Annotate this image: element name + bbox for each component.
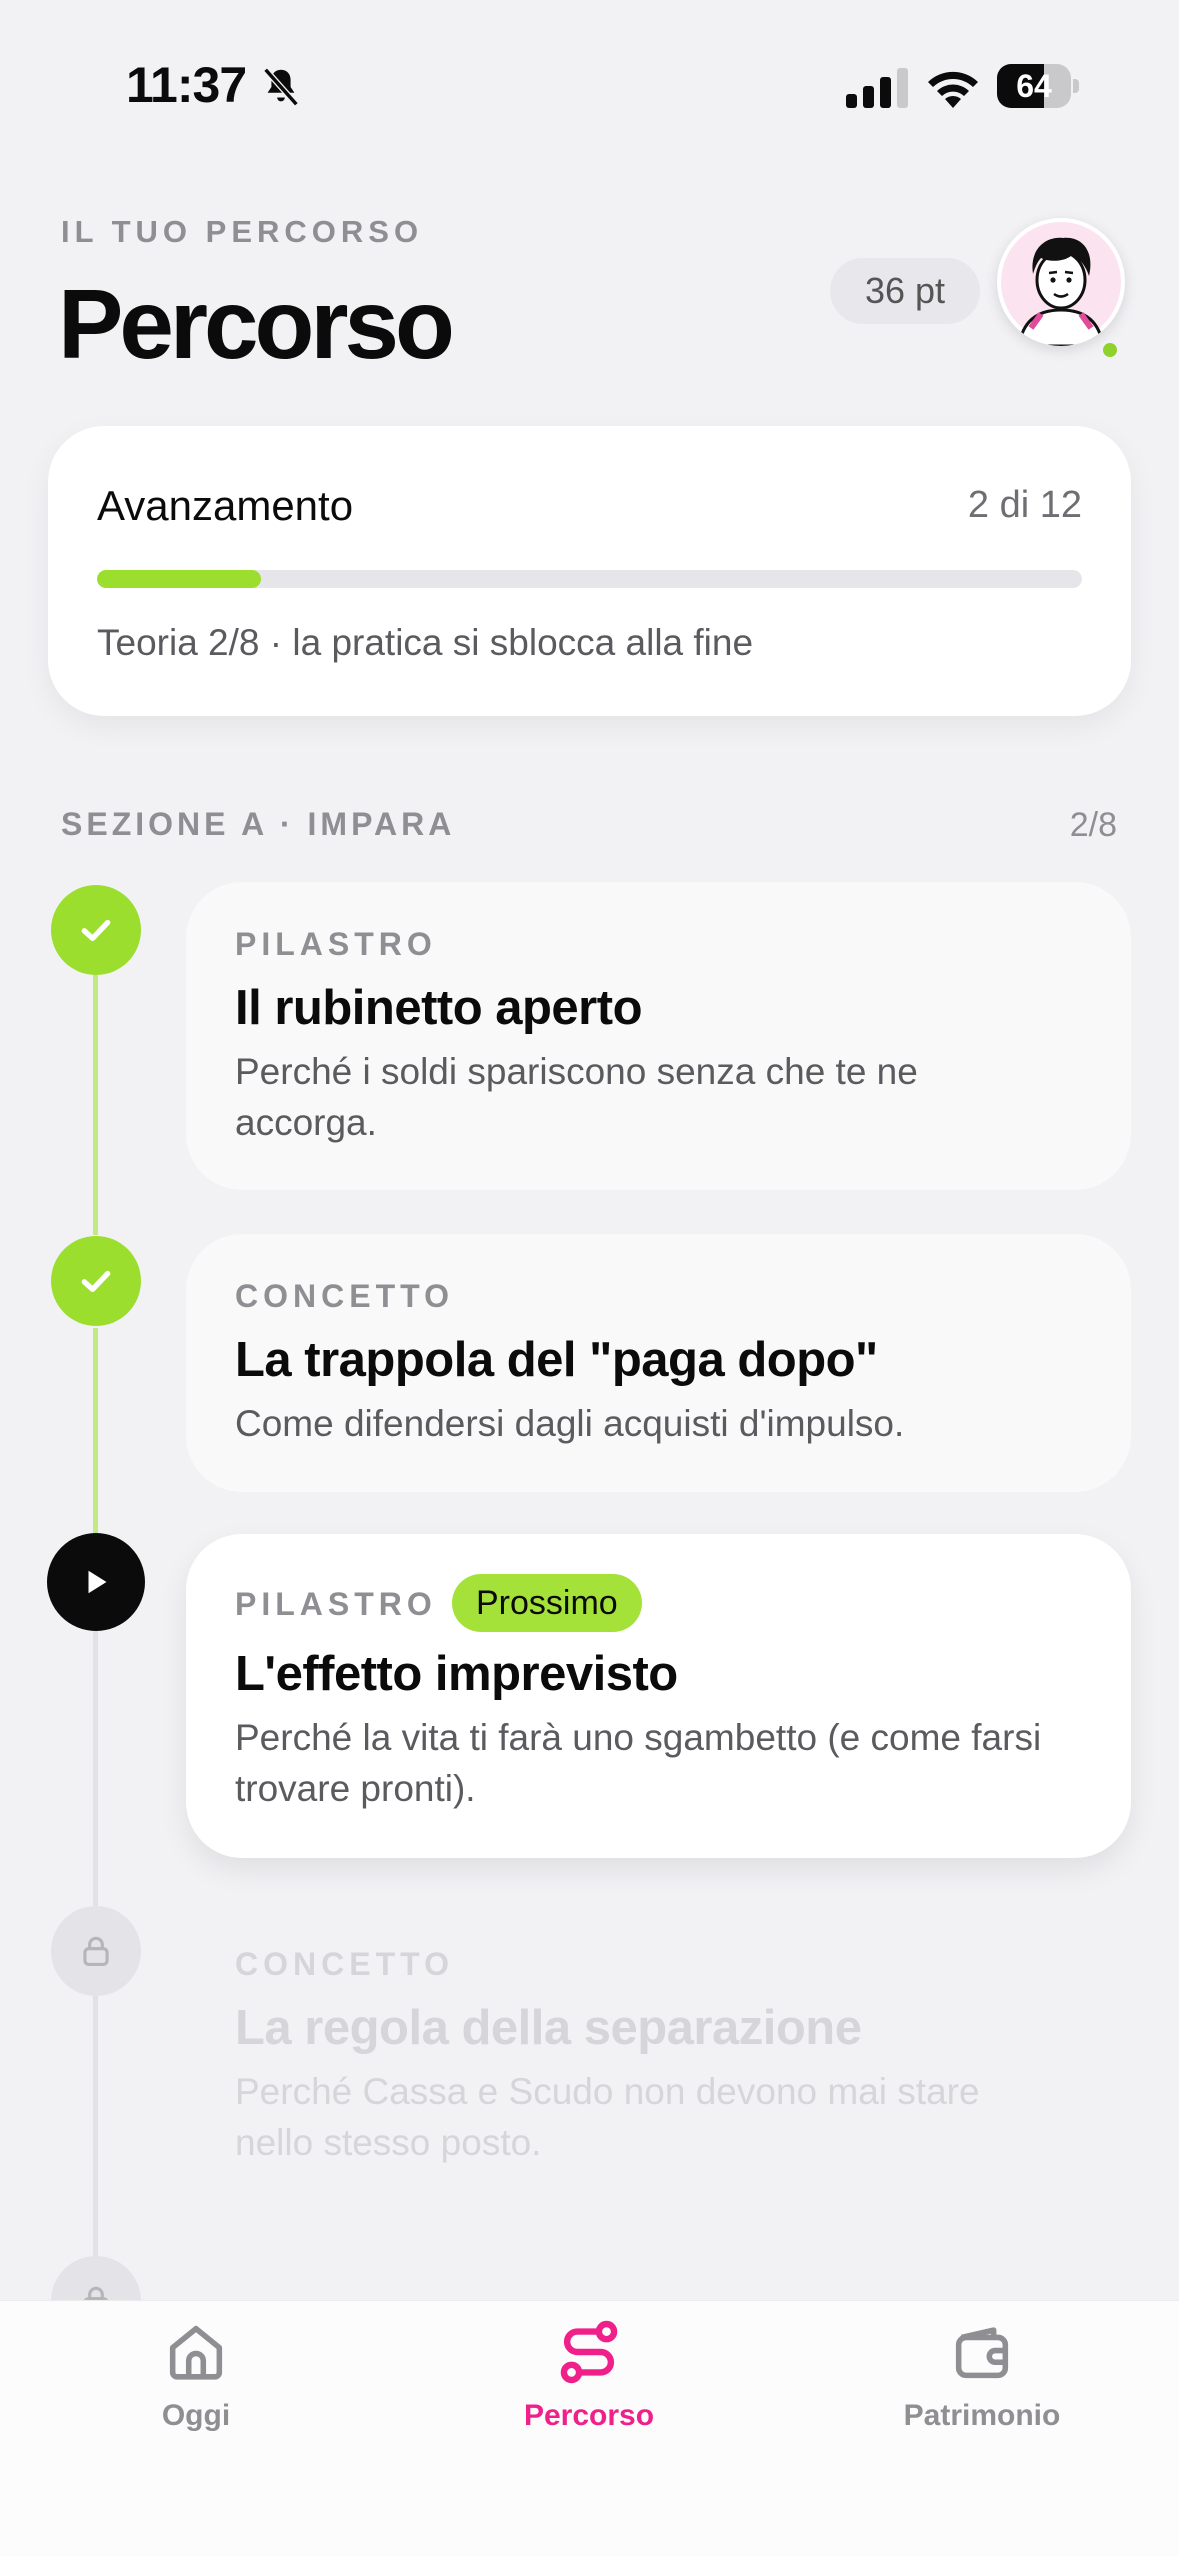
lesson-description: Perché i soldi spariscono senza che te n… [235,1051,918,1143]
next-badge: Prossimo [452,1574,642,1632]
online-status-dot [1100,340,1120,360]
lesson-title: La regola della separazione [235,2001,862,2055]
lesson-kind: CONCETTO [235,1278,454,1314]
lesson-card-current[interactable]: PILASTRO Prossimo L'effetto imprevisto P… [186,1534,1131,1858]
lesson-locked-node [51,1906,141,1996]
tab-oggi[interactable]: Oggi [66,2317,326,2467]
lesson-kind: PILASTRO [235,1586,437,1622]
tab-label: Oggi [161,2399,231,2432]
battery-level: 64 [1016,68,1052,104]
lock-icon [83,1936,109,1967]
page-title: Percorso [58,269,455,379]
status-bar: 11:37 64 [0,0,1179,170]
battery-icon: 64 [997,64,1079,108]
timeline-connector [93,1630,98,1930]
timeline-connector [93,975,98,1235]
progress-note: Teoria 2/8 · la pratica si sblocca alla … [97,622,754,663]
lesson-card[interactable]: PILASTRO Il rubinetto aperto Perché i so… [186,882,1131,1190]
page-eyebrow: IL TUO PERCORSO [61,214,424,249]
tab-patrimonio[interactable]: Patrimonio [852,2317,1112,2467]
tab-bar: Oggi Percorso Patrimonio [0,2300,1179,2556]
lesson-title: Il rubinetto aperto [235,981,643,1035]
cellular-signal-icon [846,68,908,108]
lesson-title: La trappola del "paga dopo" [235,1333,878,1387]
section-count: 2/8 [1069,806,1117,844]
bell-slash-icon [263,67,299,107]
route-icon [560,2320,618,2384]
progress-card: Avanzamento 2 di 12 Teoria 2/8 · la prat… [48,426,1131,716]
progress-label: Avanzamento [97,482,354,529]
checkmark-icon [81,1270,111,1292]
wifi-icon [928,71,978,108]
play-icon [88,1570,107,1594]
tab-label: Percorso [523,2399,655,2432]
lesson-description: Perché la vita ti farà uno sgambetto (e … [235,1717,1042,1809]
lesson-card-locked: CONCETTO La regola della separazione Per… [186,1902,1131,2202]
progress-count: 2 di 12 [967,484,1082,526]
lesson-card[interactable]: CONCETTO La trappola del "paga dopo" Com… [186,1234,1131,1492]
screen: 11:37 64 IL TUO PERCORSO Percorso 36 pt [0,0,1179,2556]
lesson-description: Perché Cassa e Scudo non devono mai star… [235,2071,980,2163]
home-icon [169,2325,223,2380]
lesson-kind: PILASTRO [235,926,437,962]
wallet-icon [955,2327,1009,2379]
progress-bar [97,570,1082,588]
lesson-completed-node [51,885,141,975]
lesson-description: Come difendersi dagli acquisti d'impulso… [235,1403,905,1444]
section-title: SEZIONE A · IMPARA [61,806,456,842]
timeline-connector [93,1328,98,1538]
points-badge[interactable]: 36 pt [830,258,980,324]
checkmark-icon [81,919,111,941]
progress-bar-fill [97,570,262,588]
lesson-completed-node [51,1236,141,1326]
lesson-kind: CONCETTO [235,1946,454,1982]
status-time: 11:37 [126,57,247,113]
tab-label: Patrimonio [903,2399,1061,2432]
tab-percorso[interactable]: Percorso [459,2317,719,2467]
timeline-connector [93,1996,98,2266]
lesson-current-node[interactable] [47,1533,145,1631]
avatar[interactable] [997,218,1125,346]
lesson-title: L'effetto imprevisto [235,1647,678,1701]
avatar-illustration [1001,222,1121,346]
